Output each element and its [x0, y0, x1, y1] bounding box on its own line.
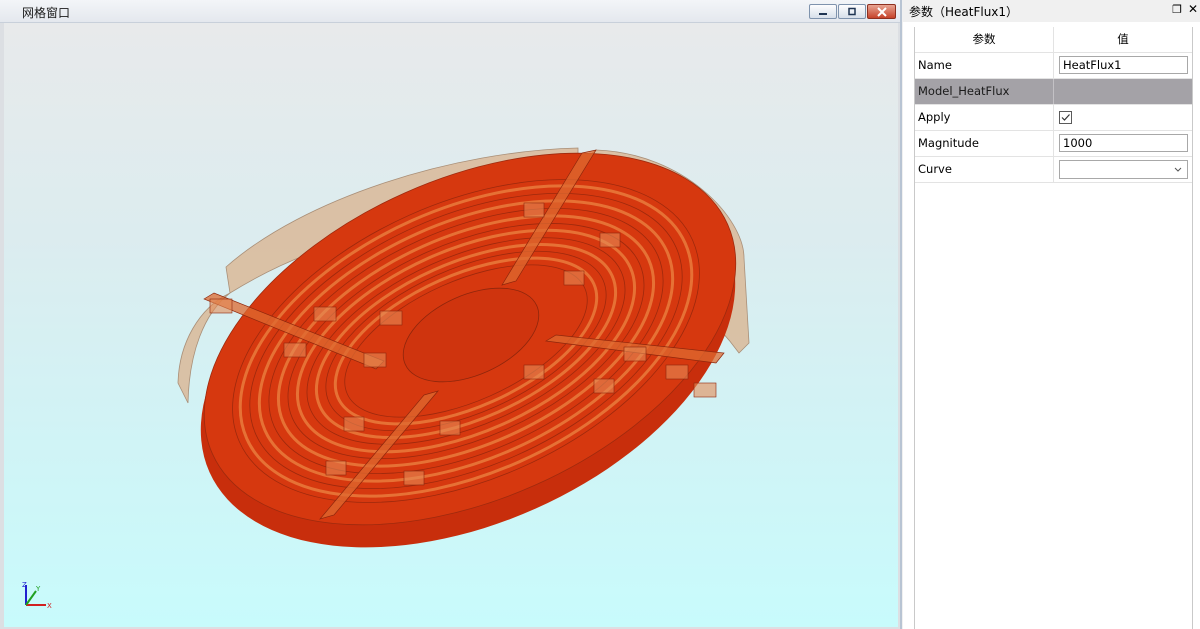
property-row-magnitude: Magnitude 1000 [915, 131, 1192, 157]
window-close-button[interactable] [867, 4, 896, 19]
property-label-magnitude: Magnitude [915, 131, 1054, 156]
property-group-model-heatflux[interactable]: Model_HeatFlux [915, 79, 1192, 105]
triad-y-label: Y [35, 585, 41, 593]
close-icon[interactable]: ✕ [1187, 2, 1199, 16]
axis-triad-icon: X Z Y [22, 581, 52, 610]
properties-panel-header: 参数（HeatFlux1） ❐ ✕ [903, 0, 1200, 22]
name-field[interactable]: HeatFlux1 [1059, 56, 1188, 74]
header-key: 参数 [915, 27, 1054, 52]
properties-title: 参数（HeatFlux1） [909, 5, 1019, 19]
pin-icon[interactable]: ❐ [1171, 3, 1183, 17]
mesh-window-title: 网格窗口 [22, 6, 71, 20]
property-row-curve: Curve [915, 157, 1192, 183]
mesh-window-titlebar[interactable]: 网格窗口 [0, 0, 900, 23]
property-grid: 参数 值 Name HeatFlux1 Model_HeatFlux Apply… [914, 27, 1193, 629]
group-label: Model_HeatFlux [915, 79, 1054, 104]
property-row-name: Name HeatFlux1 [915, 53, 1192, 79]
chevron-down-icon [1174, 167, 1182, 172]
property-label-apply: Apply [915, 105, 1054, 130]
property-grid-header: 参数 值 [915, 27, 1192, 53]
curve-select[interactable] [1059, 160, 1188, 179]
close-icon [876, 6, 887, 17]
property-row-apply: Apply [915, 105, 1192, 131]
apply-checkbox[interactable] [1059, 111, 1072, 124]
header-value: 值 [1117, 32, 1129, 46]
triad-x-label: X [47, 602, 52, 610]
restore-button[interactable] [838, 4, 866, 19]
minimize-icon [819, 12, 827, 15]
property-label-name: Name [915, 53, 1054, 78]
mesh-window: 网格窗口 X Z Y [0, 0, 902, 629]
check-icon [1061, 114, 1070, 121]
minimize-button[interactable] [809, 4, 837, 19]
magnitude-field[interactable]: 1000 [1059, 134, 1188, 152]
properties-panel: 参数（HeatFlux1） ❐ ✕ 参数 值 Name HeatFlux1 Mo… [903, 0, 1200, 629]
heat-exchanger-plate-model[interactable] [4, 23, 898, 627]
property-label-curve: Curve [915, 157, 1054, 182]
triad-z-label: Z [22, 581, 27, 589]
restore-icon [848, 7, 856, 15]
3d-viewport[interactable]: X Z Y [4, 23, 898, 627]
